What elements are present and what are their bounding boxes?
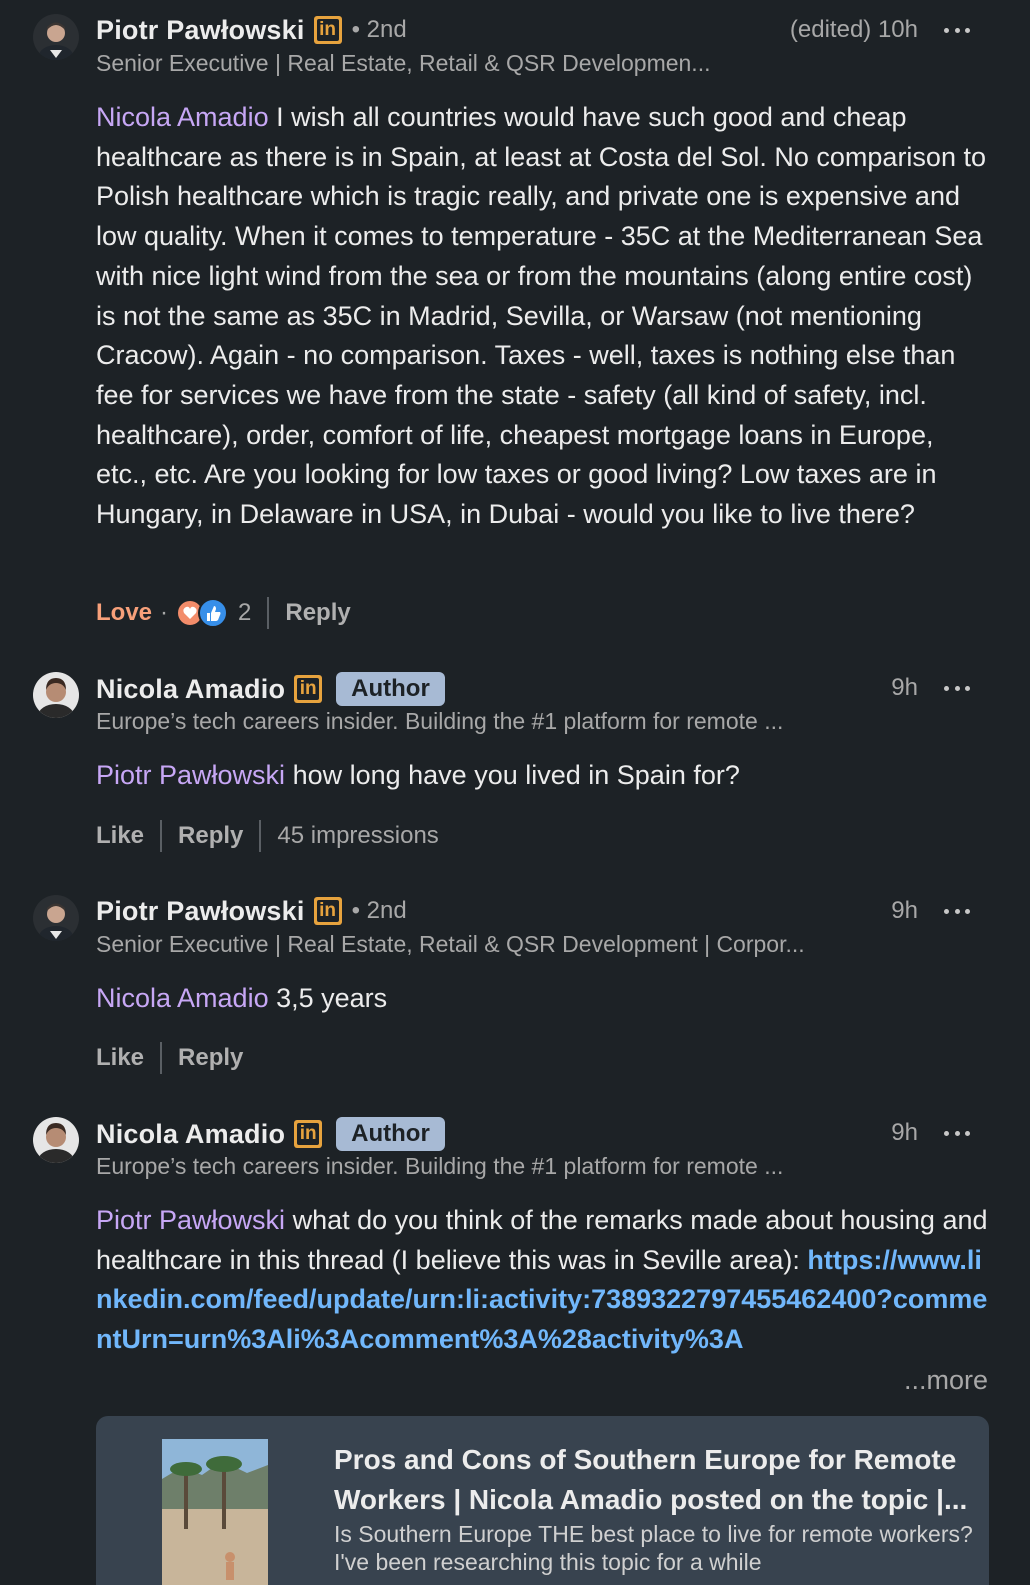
comment-body: 3,5 years [268,983,388,1013]
comment-1: Piotr Pawłowski in • 2nd (edited) 10h Se… [0,14,1030,634]
more-options-icon[interactable] [941,1117,973,1149]
author-headline: Europe’s tech careers insider. Building … [96,708,784,734]
comment-text: Nicola Amadio 3,5 years [96,979,991,1019]
divider [160,820,163,852]
reply-button[interactable]: Reply [285,599,350,627]
linkedin-badge-icon: in [294,1120,323,1148]
connection-degree: • 2nd [351,16,407,43]
comment-actions: Like Reply 45 impressions [96,820,439,852]
author-name[interactable]: Nicola Amadio [96,1119,285,1150]
timestamp: 9h [891,897,918,924]
avatar[interactable] [33,14,79,60]
comment-header: Piotr Pawłowski in • 2nd [96,14,407,46]
love-reaction-button[interactable]: Love [96,599,152,627]
like-button[interactable]: Like [96,1044,144,1072]
mention-link[interactable]: Piotr Pawłowski [96,1205,285,1235]
reaction-count: 2 [238,599,252,626]
divider [160,1042,163,1074]
more-options-icon[interactable] [941,895,973,927]
connection-degree: • 2nd [351,897,407,924]
like-button[interactable]: Like [96,822,144,850]
comment-text: Nicola Amadio I wish all countries would… [96,98,991,535]
linkedin-badge-icon: in [313,897,342,925]
author-badge: Author [336,1117,445,1151]
card-description: Is Southern Europe THE best place to liv… [334,1521,973,1575]
reply-button[interactable]: Reply [178,822,243,850]
comment-2: Nicola Amadio in Author 9h Europe’s tech… [0,672,1030,852]
avatar[interactable] [33,895,79,941]
impressions-count[interactable]: 45 impressions [277,822,438,850]
see-more-button[interactable]: ...more [889,1360,988,1400]
author-name[interactable]: Nicola Amadio [96,674,285,705]
avatar[interactable] [33,672,79,718]
author-headline: Senior Executive | Real Estate, Retail &… [96,50,711,76]
author-name[interactable]: Piotr Pawłowski [96,896,305,927]
comment-text: Piotr Pawłowski how long have you lived … [96,756,991,796]
avatar[interactable] [33,1117,79,1163]
more-options-icon[interactable] [941,14,973,46]
separator-dot: · [160,599,169,626]
mention-link[interactable]: Piotr Pawłowski [96,760,285,790]
author-headline: Europe’s tech careers insider. Building … [96,1153,784,1179]
author-headline: Senior Executive | Real Estate, Retail &… [96,931,805,957]
comment-body: how long have you lived in Spain for? [285,760,740,790]
comment-body: I wish all countries would have such goo… [96,102,986,530]
comment-3: Piotr Pawłowski in • 2nd 9h Senior Execu… [0,895,1030,1075]
timestamp: (edited) 10h [789,16,918,43]
comment-header: Piotr Pawłowski in • 2nd [96,895,407,927]
linkedin-badge-icon: in [313,16,342,44]
timestamp: 9h [891,1119,918,1146]
author-name[interactable]: Piotr Pawłowski [96,15,305,46]
mention-link[interactable]: Nicola Amadio [96,983,269,1013]
linkedin-badge-icon: in [294,675,323,703]
divider [267,597,270,629]
comment-header: Nicola Amadio in Author [96,672,445,706]
comment-header: Nicola Amadio in Author [96,1117,445,1151]
author-badge: Author [336,672,445,706]
mention-link[interactable]: Nicola Amadio [96,102,269,132]
more-options-icon[interactable] [941,672,973,704]
comment-text: Piotr Pawłowski what do you think of the… [96,1201,991,1400]
card-thumbnail [162,1439,268,1585]
divider [259,820,262,852]
heart-reaction-icon [176,598,229,628]
link-preview-card[interactable]: Pros and Cons of Southern Europe for Rem… [96,1416,989,1585]
reactions-summary[interactable] [176,597,232,629]
comment-actions: Like Reply [96,1042,243,1074]
reply-button[interactable]: Reply [178,1044,243,1072]
timestamp: 9h [891,674,918,701]
comment-actions: Love · 2 Reply [96,597,351,629]
card-title[interactable]: Pros and Cons of Southern Europe for Rem… [334,1440,974,1520]
